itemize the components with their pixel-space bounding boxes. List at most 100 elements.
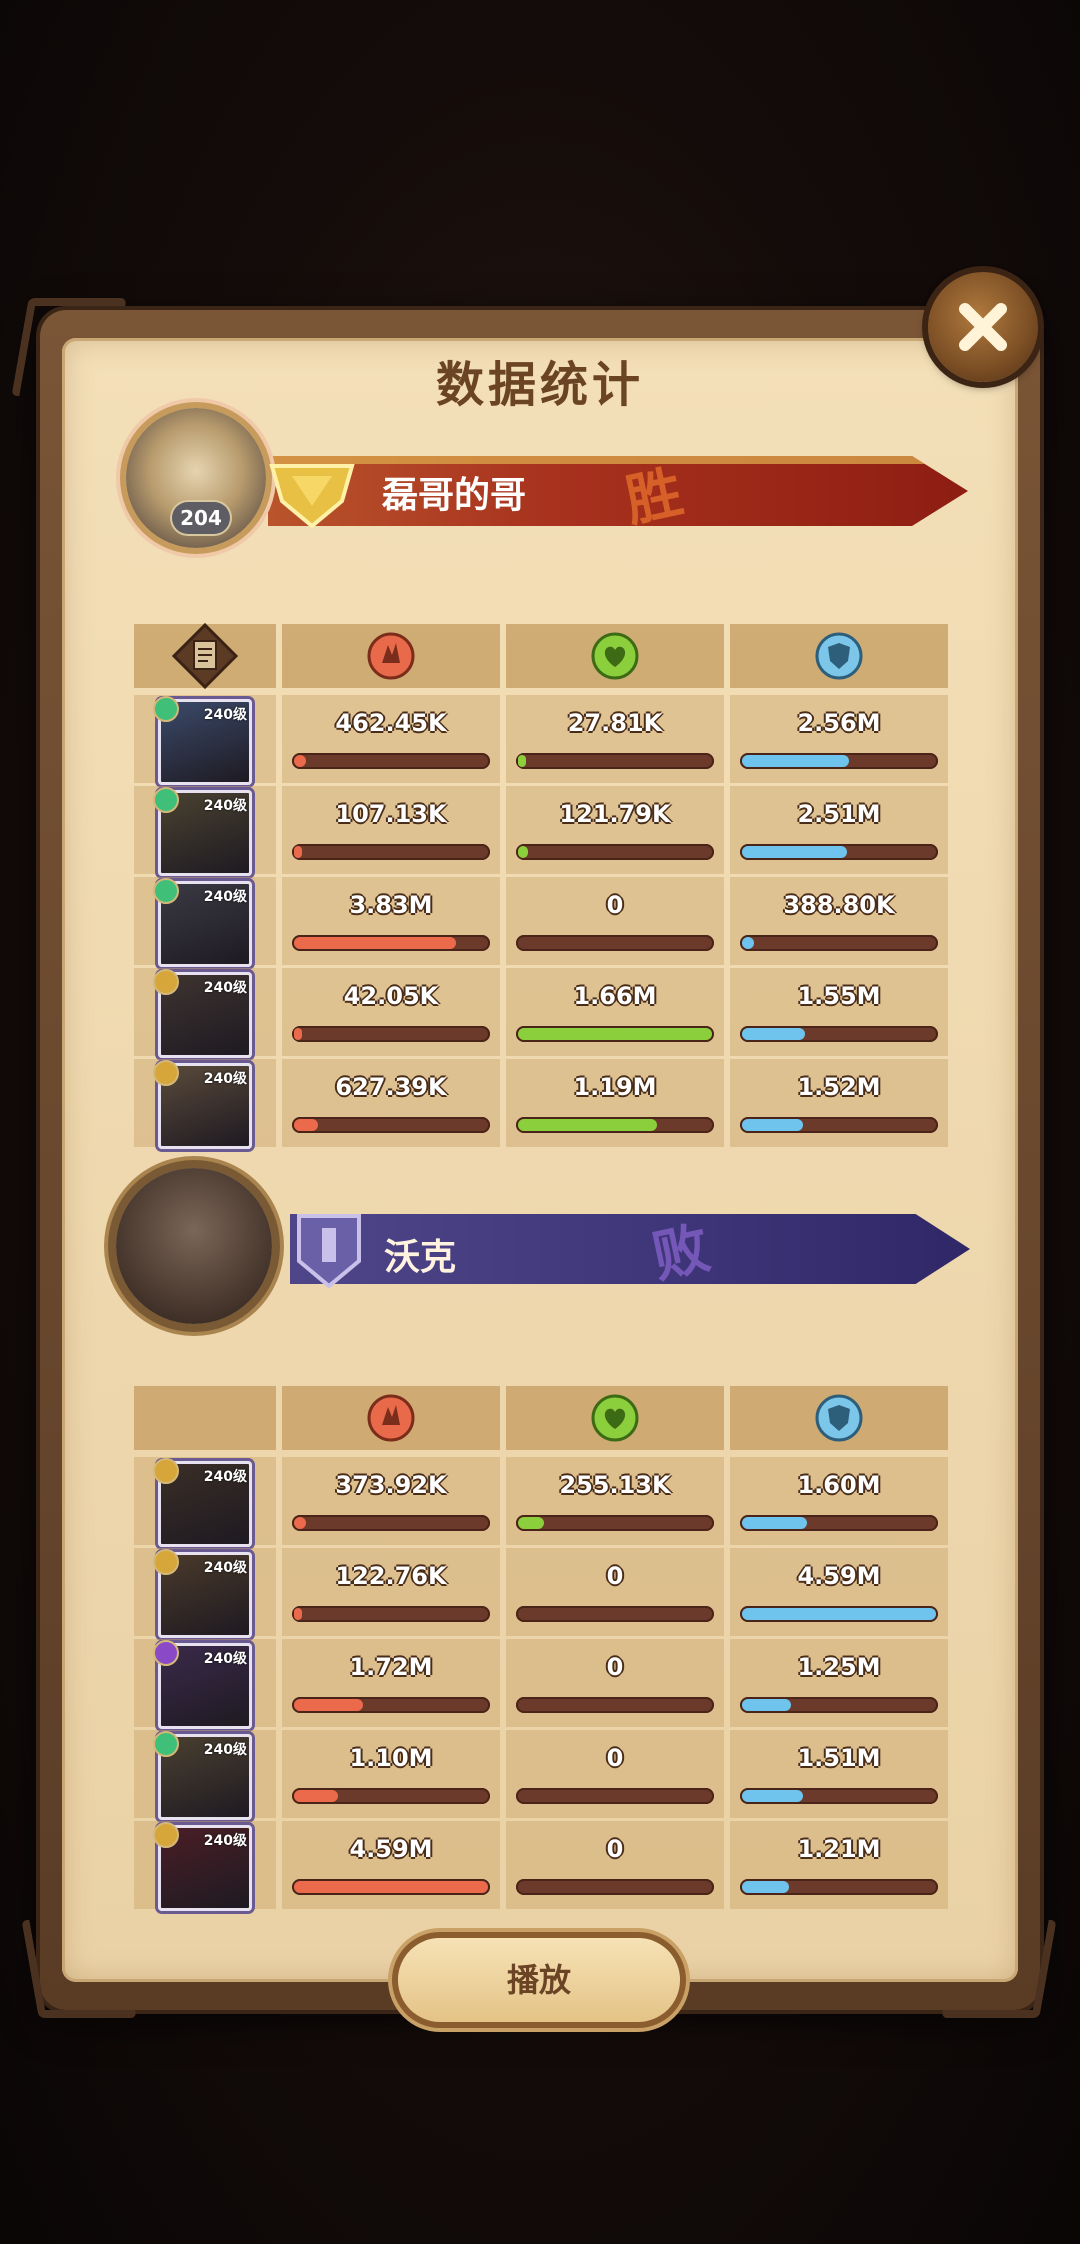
- hero-level: 240级: [203, 889, 247, 905]
- heal-bar: [516, 1515, 714, 1531]
- hero-level: 240级: [203, 1833, 247, 1849]
- hero-level: 240级: [203, 707, 247, 723]
- shield-icon: [815, 1394, 863, 1442]
- damage-cell: 4.59M: [282, 1821, 500, 1909]
- heal-cell: 0: [506, 1730, 724, 1818]
- shield-bar-fill: [742, 937, 754, 949]
- panel-title: 数据统计: [435, 357, 644, 413]
- shield-bar-fill: [742, 1608, 936, 1620]
- damage-cell: 462.45K: [282, 695, 500, 783]
- shield-cell: 1.21M: [730, 1821, 948, 1909]
- damage-bar-fill: [294, 1608, 302, 1620]
- hero-stats-row: 240级 42.05K 1.66M 1.55M: [134, 968, 948, 1058]
- shield-value: 1.25M: [797, 1653, 881, 1681]
- close-button[interactable]: [928, 272, 1038, 382]
- hero-level: 240级: [203, 1560, 247, 1576]
- close-icon: [959, 303, 1007, 351]
- heal-bar: [516, 844, 714, 860]
- damage-bar: [292, 1117, 490, 1133]
- shield-bar-fill: [742, 1517, 808, 1529]
- damage-value: 1.10M: [349, 1744, 433, 1772]
- hero-stats-row: 240级 373.92K 255.13K 1.60M: [134, 1457, 948, 1547]
- shield-value: 2.56M: [797, 709, 881, 737]
- shield-cell: 1.60M: [730, 1457, 948, 1545]
- winner-emblem-icon: [269, 464, 355, 529]
- shield-bar-fill: [742, 1028, 806, 1040]
- play-button[interactable]: 播放: [398, 1938, 680, 2022]
- shield-cell: 388.80K: [730, 877, 948, 965]
- heal-bar: [516, 935, 714, 951]
- hero-portrait[interactable]: 240级: [153, 1822, 252, 1911]
- hero-faction-icon: [153, 1549, 179, 1575]
- heal-value: 0: [606, 1562, 624, 1590]
- hero-portrait[interactable]: 240级: [153, 787, 252, 876]
- shield-value: 1.60M: [797, 1471, 881, 1499]
- heal-icon: [591, 632, 639, 680]
- heal-value: 0: [606, 1835, 624, 1863]
- hero-stats-row: 240级 1.72M 0 1.25M: [134, 1639, 948, 1729]
- hero-portrait[interactable]: 240级: [153, 1458, 252, 1547]
- shield-value: 1.51M: [797, 1744, 881, 1772]
- damage-bar-fill: [294, 1517, 306, 1529]
- hero-portrait[interactable]: 240级: [153, 696, 252, 785]
- damage-bar-fill: [294, 846, 302, 858]
- document-icon: [172, 623, 238, 689]
- hero-portrait[interactable]: 240级: [153, 878, 252, 967]
- shield-value: 1.52M: [797, 1073, 881, 1101]
- hero-stats-row: 240级 462.45K 27.81K 2.56M: [134, 695, 948, 785]
- damage-bar: [292, 935, 490, 951]
- loser-stats-header: [134, 1386, 948, 1450]
- heal-bar: [516, 1117, 714, 1133]
- heal-value: 1.19M: [573, 1073, 657, 1101]
- hero-portrait[interactable]: 240级: [153, 1731, 252, 1820]
- heal-cell: 1.66M: [506, 968, 724, 1056]
- heal-cell: 0: [506, 877, 724, 965]
- hero-faction-icon: [153, 787, 179, 813]
- hero-level: 240级: [203, 1651, 247, 1667]
- winner-name: 磊哥的哥: [382, 475, 527, 516]
- damage-cell: 627.39K: [282, 1059, 500, 1147]
- heal-cell: 0: [506, 1639, 724, 1727]
- heal-bar-fill: [518, 755, 526, 767]
- heal-bar-fill: [518, 1517, 544, 1529]
- shield-value: 1.55M: [797, 982, 881, 1010]
- heal-bar-fill: [518, 846, 528, 858]
- hero-portrait[interactable]: 240级: [153, 1640, 252, 1729]
- hero-portrait[interactable]: 240级: [153, 969, 252, 1058]
- heal-cell: 0: [506, 1548, 724, 1636]
- heal-cell: 121.79K: [506, 786, 724, 874]
- damage-cell: 42.05K: [282, 968, 500, 1056]
- loser-avatar[interactable]: [116, 1168, 272, 1324]
- damage-bar: [292, 1606, 490, 1622]
- shield-cell: 2.56M: [730, 695, 948, 783]
- shield-value: 4.59M: [797, 1562, 881, 1590]
- shield-value: 2.51M: [797, 800, 881, 828]
- hero-stats-row: 240级 122.76K 0 4.59M: [134, 1548, 948, 1638]
- heal-value: 0: [606, 1653, 624, 1681]
- heal-bar-fill: [518, 1119, 657, 1131]
- damage-value: 373.92K: [335, 1471, 447, 1499]
- hero-portrait[interactable]: 240级: [153, 1549, 252, 1638]
- hero-faction-icon: [153, 969, 179, 995]
- shield-bar: [740, 1117, 938, 1133]
- shield-bar-fill: [742, 755, 849, 767]
- damage-bar: [292, 1515, 490, 1531]
- hero-stats-row: 240级 3.83M 0 388.80K: [134, 877, 948, 967]
- damage-value: 462.45K: [335, 709, 447, 737]
- damage-cell: 1.10M: [282, 1730, 500, 1818]
- hero-level: 240级: [203, 1071, 247, 1087]
- damage-value: 42.05K: [343, 982, 439, 1010]
- heal-cell: 0: [506, 1821, 724, 1909]
- hero-level: 240级: [203, 798, 247, 814]
- damage-bar-fill: [294, 1881, 488, 1893]
- damage-bar: [292, 1026, 490, 1042]
- heal-bar: [516, 753, 714, 769]
- hero-portrait[interactable]: 240级: [153, 1060, 252, 1149]
- damage-value: 107.13K: [335, 800, 447, 828]
- damage-cell: 1.72M: [282, 1639, 500, 1727]
- heal-icon: [591, 1394, 639, 1442]
- hero-faction-icon: [153, 878, 179, 904]
- heal-bar: [516, 1697, 714, 1713]
- shield-cell: 1.51M: [730, 1730, 948, 1818]
- shield-value: 1.21M: [797, 1835, 881, 1863]
